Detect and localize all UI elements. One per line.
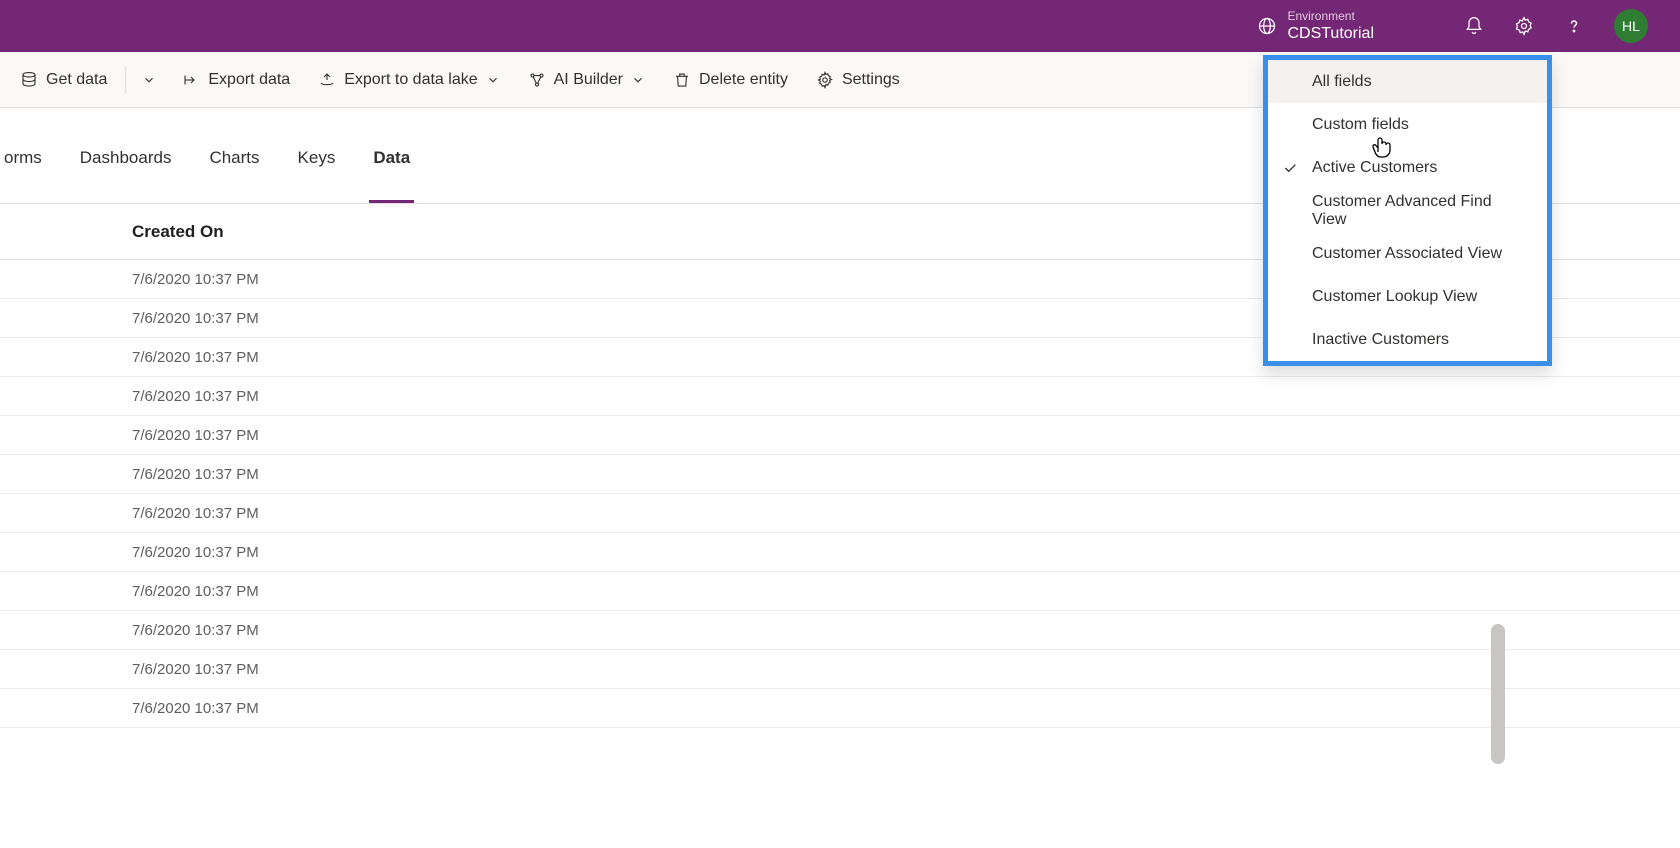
- dropdown-item[interactable]: All fields: [1268, 60, 1547, 103]
- dropdown-item-label: Inactive Customers: [1312, 331, 1449, 349]
- cell-created-on: 7/6/2020 10:37 PM: [132, 622, 259, 639]
- tab-keys[interactable]: Keys: [294, 148, 340, 203]
- tab-data[interactable]: Data: [369, 148, 414, 203]
- export-icon: [182, 71, 200, 89]
- cell-created-on: 7/6/2020 10:37 PM: [132, 700, 259, 717]
- environment-name: CDSTutorial: [1287, 24, 1374, 43]
- export-lake-icon: [318, 71, 336, 89]
- dropdown-item[interactable]: Inactive Customers: [1268, 318, 1547, 361]
- environment-label: Environment: [1287, 9, 1374, 23]
- tab-charts[interactable]: Charts: [205, 148, 263, 203]
- cell-created-on: 7/6/2020 10:37 PM: [132, 661, 259, 678]
- cell-created-on: 7/6/2020 10:37 PM: [132, 466, 259, 483]
- dropdown-item-label: Customer Lookup View: [1312, 288, 1477, 306]
- ai-builder-icon: [528, 71, 546, 89]
- cell-created-on: 7/6/2020 10:37 PM: [132, 583, 259, 600]
- cell-created-on: 7/6/2020 10:37 PM: [132, 271, 259, 288]
- separator: [125, 66, 126, 94]
- table-row[interactable]: 7/6/2020 10:37 PM: [0, 377, 1680, 416]
- avatar-initials: HL: [1622, 18, 1640, 34]
- export-data-button[interactable]: Export data: [170, 63, 302, 97]
- environment-selector[interactable]: Environment CDSTutorial: [1257, 9, 1374, 43]
- table-row[interactable]: 7/6/2020 10:37 PM: [0, 611, 1680, 650]
- dropdown-item[interactable]: Custom fields: [1268, 103, 1547, 146]
- export-lake-button[interactable]: Export to data lake: [306, 63, 511, 97]
- check-icon: [1282, 160, 1298, 176]
- table-row[interactable]: 7/6/2020 10:37 PM: [0, 572, 1680, 611]
- dropdown-item-label: Custom fields: [1312, 116, 1409, 134]
- dropdown-item[interactable]: Customer Associated View: [1268, 232, 1547, 275]
- table-row[interactable]: 7/6/2020 10:37 PM: [0, 650, 1680, 689]
- tab-orms[interactable]: orms: [0, 148, 46, 203]
- gear-icon: [816, 71, 834, 89]
- cell-created-on: 7/6/2020 10:37 PM: [132, 388, 259, 405]
- settings-button[interactable]: Settings: [804, 63, 912, 97]
- get-data-button[interactable]: Get data: [8, 63, 119, 97]
- table-row[interactable]: 7/6/2020 10:37 PM: [0, 689, 1680, 728]
- dropdown-item-label: Active Customers: [1312, 159, 1437, 177]
- dropdown-item[interactable]: Customer Lookup View: [1268, 275, 1547, 318]
- help-icon[interactable]: [1564, 16, 1584, 36]
- scrollbar-thumb[interactable]: [1491, 624, 1505, 764]
- cell-created-on: 7/6/2020 10:37 PM: [132, 544, 259, 561]
- dropdown-item-label: Customer Advanced Find View: [1312, 193, 1527, 229]
- chevron-down-icon: [486, 73, 500, 87]
- cell-created-on: 7/6/2020 10:37 PM: [132, 310, 259, 327]
- table-row[interactable]: 7/6/2020 10:37 PM: [0, 494, 1680, 533]
- cell-created-on: 7/6/2020 10:37 PM: [132, 427, 259, 444]
- globe-icon: [1257, 16, 1277, 36]
- table-row[interactable]: 7/6/2020 10:37 PM: [0, 455, 1680, 494]
- table-row[interactable]: 7/6/2020 10:37 PM: [0, 416, 1680, 455]
- cell-created-on: 7/6/2020 10:37 PM: [132, 505, 259, 522]
- bell-icon[interactable]: [1464, 16, 1484, 36]
- database-icon: [20, 71, 38, 89]
- dropdown-item-label: All fields: [1312, 73, 1372, 91]
- header-icon-group: HL: [1464, 9, 1648, 43]
- avatar[interactable]: HL: [1614, 9, 1648, 43]
- app-header: Environment CDSTutorial HL: [0, 0, 1680, 52]
- trash-icon: [673, 71, 691, 89]
- ai-builder-button[interactable]: AI Builder: [516, 63, 657, 97]
- dropdown-item[interactable]: Customer Advanced Find View: [1268, 189, 1547, 232]
- table-row[interactable]: 7/6/2020 10:37 PM: [0, 533, 1680, 572]
- tab-dashboards[interactable]: Dashboards: [76, 148, 176, 203]
- chevron-down-icon: [631, 73, 645, 87]
- dropdown-item-label: Customer Associated View: [1312, 245, 1502, 263]
- get-data-chevron[interactable]: [132, 65, 166, 95]
- cell-created-on: 7/6/2020 10:37 PM: [132, 349, 259, 366]
- dropdown-item[interactable]: Active Customers: [1268, 146, 1547, 189]
- delete-entity-button[interactable]: Delete entity: [661, 63, 800, 97]
- gear-icon[interactable]: [1514, 16, 1534, 36]
- view-dropdown-panel: All fields Custom fields Active Customers C…: [1263, 55, 1552, 366]
